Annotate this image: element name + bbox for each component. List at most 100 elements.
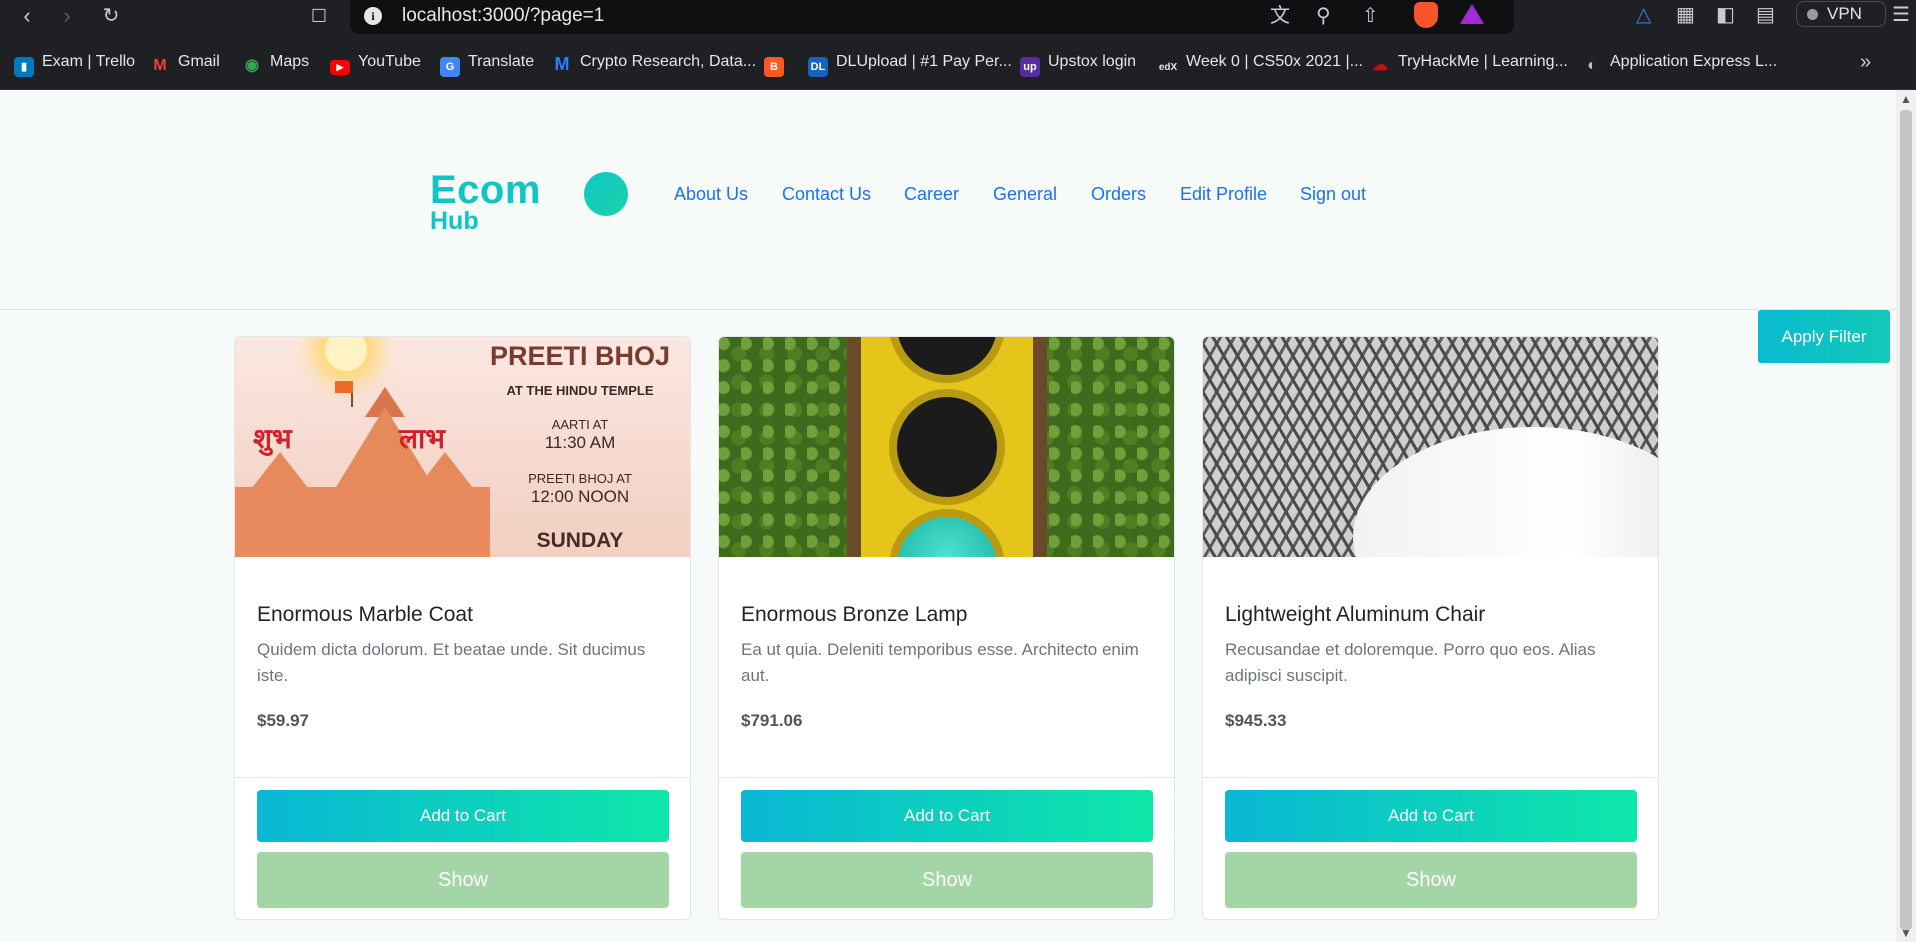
product-image [1203, 337, 1658, 557]
show-button[interactable]: Show [741, 852, 1153, 908]
brave-rewards-icon[interactable] [1460, 4, 1484, 24]
card-footer: Add to Cart Show [719, 777, 1174, 919]
nav-sign-out[interactable]: Sign out [1300, 182, 1366, 206]
show-button[interactable]: Show [257, 852, 669, 908]
bookmarks-bar: ▮ Exam | Trello M Gmail ◉ Maps ▶ YouTube G Tr… [0, 36, 1916, 90]
bookmark-maps[interactable]: ◉ Maps [242, 50, 309, 74]
poster-line: PREETI BHOJ AT [528, 471, 632, 486]
vpn-button[interactable]: VPN [1796, 1, 1886, 27]
address-bar[interactable]: i localhost:3000/?page=1 文 ⚲ ⇧ [350, 0, 1514, 34]
youtube-icon: ▶ [330, 60, 350, 75]
trello-icon: ▮ [14, 57, 34, 77]
translate-page-icon[interactable]: 文 [1270, 4, 1290, 28]
bookmark-upstox[interactable]: up Upstox login [1020, 50, 1136, 77]
nav-edit-profile[interactable]: Edit Profile [1180, 182, 1267, 206]
dlupload-icon: DL [808, 57, 828, 77]
translate-icon: G [440, 57, 460, 77]
sidebar-icon[interactable]: ◧ [1716, 2, 1735, 28]
share-icon[interactable]: ⇧ [1362, 4, 1379, 28]
back-icon[interactable]: ‹ [12, 2, 42, 30]
flag-graphic [335, 381, 353, 393]
vpn-status-icon [1807, 9, 1818, 20]
messari-icon: M [554, 54, 570, 74]
zoom-icon[interactable]: ⚲ [1316, 4, 1331, 28]
url-text[interactable]: localhost:3000/?page=1 [402, 4, 604, 28]
poster-title: PREETI BHOJ [489, 341, 671, 371]
site-header: Ecom Hub About Us Contact Us Career Gene… [0, 90, 1896, 310]
bookmark-youtube[interactable]: ▶ YouTube [330, 50, 421, 75]
product-title: Enormous Marble Coat [257, 603, 473, 626]
product-title: Lightweight Aluminum Chair [1225, 603, 1486, 626]
maps-icon: ◉ [245, 57, 259, 74]
product-description: Ea ut quia. Deleniti temporibus esse. Ar… [741, 640, 1139, 685]
bookmark-tryhackme[interactable]: ☁ TryHackMe | Learning... [1370, 50, 1568, 74]
vpn-label: VPN [1827, 4, 1862, 23]
globe-icon: ◐ [1587, 57, 1597, 74]
reload-icon[interactable]: ↻ [96, 2, 126, 30]
product-card: शुभ लाभ PREETI BHOJ AT THE HINDU TEMPLE … [234, 336, 691, 920]
product-description: Quidem dicta dolorum. Et beatae unde. Si… [257, 640, 646, 685]
card-footer: Add to Cart Show [1203, 777, 1658, 919]
scroll-down-icon[interactable]: ▼ [1900, 926, 1912, 940]
poster-line: SUNDAY [536, 529, 624, 552]
nav-career[interactable]: Career [904, 182, 959, 206]
nav-general[interactable]: General [993, 182, 1057, 206]
poster-right-word: लाभ [399, 422, 445, 455]
site-info-icon[interactable]: i [364, 7, 382, 25]
product-price: $791.06 [741, 711, 803, 730]
wallet-icon[interactable]: ▤ [1756, 2, 1775, 28]
add-to-cart-button[interactable]: Add to Cart [257, 790, 669, 842]
apply-filter-button[interactable]: Apply Filter [1758, 310, 1890, 363]
product-image [719, 337, 1174, 557]
product-price: $59.97 [257, 711, 309, 730]
poster-line: 11:30 AM [544, 433, 616, 452]
bookmark-blogger[interactable]: B [764, 50, 792, 77]
product-description: Recusandae et doloremque. Porro quo eos.… [1225, 640, 1596, 685]
poster-line: AT THE HINDU TEMPLE [506, 383, 654, 398]
nav-contact-us[interactable]: Contact Us [782, 182, 871, 206]
product-image: शुभ लाभ PREETI BHOJ AT THE HINDU TEMPLE … [235, 337, 690, 557]
bookmark-icon[interactable]: ☐ [304, 2, 334, 30]
bookmark-cs50x[interactable]: edX Week 0 | CS50x 2021 |... [1158, 50, 1363, 74]
site-logo[interactable]: Ecom Hub [430, 168, 541, 235]
bookmark-trello[interactable]: ▮ Exam | Trello [14, 50, 135, 77]
bookmark-gmail[interactable]: M Gmail [150, 50, 219, 74]
edx-icon: edX [1158, 62, 1178, 73]
logo-text-hub: Hub [430, 207, 479, 235]
scroll-up-icon[interactable]: ▲ [1900, 92, 1912, 106]
logo-text-ecom: Ecom [430, 168, 541, 212]
bookmarks-overflow-icon[interactable]: » [1860, 50, 1871, 74]
tryhackme-icon: ☁ [1372, 57, 1388, 74]
product-card: Lightweight Aluminum Chair Recusandae et… [1202, 336, 1659, 920]
brave-shields-icon[interactable] [1414, 2, 1438, 28]
forward-icon[interactable]: › [52, 2, 82, 30]
scrollbar-thumb[interactable] [1900, 110, 1912, 930]
poster-line: 12:00 NOON [530, 487, 630, 506]
logo-circle-icon [584, 172, 628, 216]
nav-about-us[interactable]: About Us [674, 182, 748, 206]
add-to-cart-button[interactable]: Add to Cart [1225, 790, 1637, 842]
product-price: $945.33 [1225, 711, 1287, 730]
menu-icon[interactable]: ☰ [1892, 2, 1910, 28]
nav-orders[interactable]: Orders [1091, 182, 1146, 206]
browser-toolbar: ‹ › ↻ ☐ i localhost:3000/?page=1 文 ⚲ ⇧ △… [0, 0, 1916, 36]
bookmark-crypto-research[interactable]: M Crypto Research, Data... [552, 50, 757, 74]
gmail-icon: M [153, 57, 167, 74]
bookmark-application-express[interactable]: ◐ Application Express L... [1582, 50, 1777, 74]
extension-icon[interactable]: △ [1636, 2, 1651, 28]
product-card: Enormous Bronze Lamp Ea ut quia. Delenit… [718, 336, 1175, 920]
bookmark-translate[interactable]: G Translate [440, 50, 534, 77]
page-scrollbar[interactable]: ▲ ▼ [1896, 90, 1916, 942]
extensions-puzzle-icon[interactable]: ▦ [1676, 2, 1695, 28]
show-button[interactable]: Show [1225, 852, 1637, 908]
product-title: Enormous Bronze Lamp [741, 603, 968, 626]
poster-line: AARTI AT [551, 417, 609, 432]
bookmark-dlupload[interactable]: DL DLUpload | #1 Pay Per... [808, 50, 1012, 77]
page-content: Ecom Hub About Us Contact Us Career Gene… [0, 90, 1896, 942]
blogger-icon: B [764, 57, 784, 77]
add-to-cart-button[interactable]: Add to Cart [741, 790, 1153, 842]
poster-left-word: शुभ [253, 422, 292, 455]
card-footer: Add to Cart Show [235, 777, 690, 919]
upstox-icon: up [1020, 57, 1040, 77]
sun-graphic [325, 337, 367, 371]
